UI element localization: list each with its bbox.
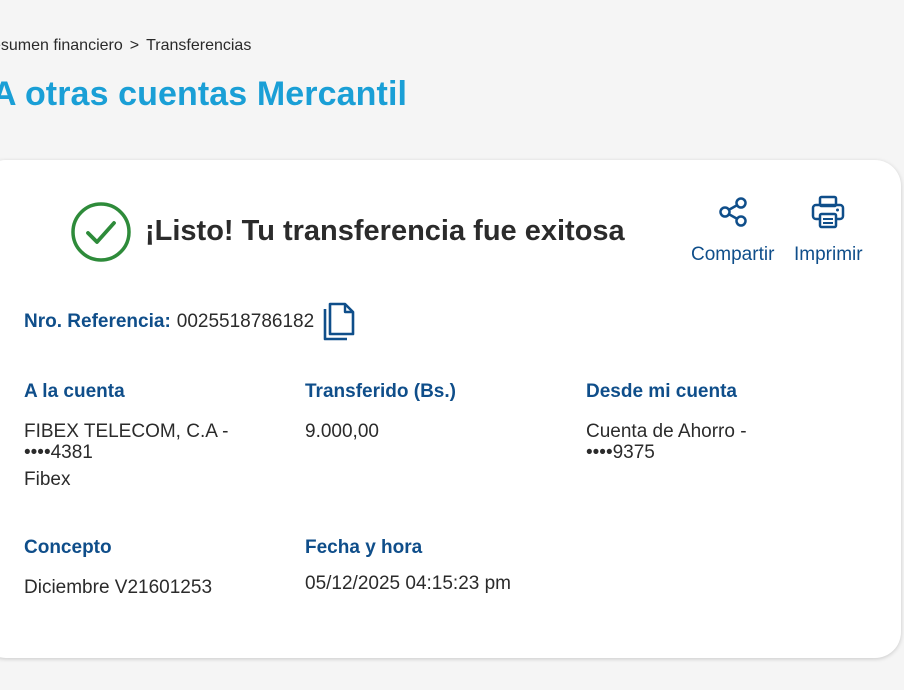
concept-label: Concepto <box>24 537 112 558</box>
breadcrumb-item-transfers[interactable]: Transferencias <box>146 37 251 54</box>
receipt-card: ¡Listo! Tu transferencia fue exitosa Com… <box>0 160 901 658</box>
print-label: Imprimir <box>794 244 863 265</box>
to-account-field: A la cuenta FIBEX TELECOM, C.A - ••••438… <box>24 381 264 490</box>
from-account-type: Cuenta de Ahorro - <box>586 421 747 442</box>
concept-field: Concepto Diciembre V21601253 <box>24 537 264 598</box>
to-account-holder: FIBEX TELECOM, C.A - <box>24 421 229 442</box>
amount-value: 9.000,00 <box>305 421 379 442</box>
print-button[interactable]: Imprimir <box>794 194 863 266</box>
to-account-label: A la cuenta <box>24 381 125 402</box>
breadcrumb-item-financial-summary[interactable]: esumen financiero <box>0 37 123 54</box>
share-label: Compartir <box>691 244 775 265</box>
page: esumen financiero > Transferencias A otras… <box>0 0 904 690</box>
copy-icon[interactable] <box>322 302 356 342</box>
datetime-value: 05/12/2025 04:15:23 pm <box>305 573 512 594</box>
to-account-alias: Fibex <box>24 469 71 490</box>
success-message: ¡Listo! Tu transferencia fue exitosa <box>145 215 625 247</box>
share-button[interactable]: Compartir <box>691 194 774 266</box>
reference-label: Nro. Referencia: <box>24 311 171 332</box>
check-circle-icon <box>71 202 131 262</box>
breadcrumb-separator: > <box>129 37 140 54</box>
datetime-label: Fecha y hora <box>305 537 423 558</box>
page-title: A otras cuentas Mercantil <box>0 75 408 113</box>
from-account-label: Desde mi cuenta <box>586 381 737 402</box>
amount-field: Transferido (Bs.) 9.000,00 <box>305 381 545 442</box>
datetime-field: Fecha y hora 05/12/2025 04:15:23 pm <box>305 537 545 594</box>
from-account-field: Desde mi cuenta Cuenta de Ahorro - ••••9… <box>586 381 826 463</box>
share-icon <box>718 197 747 227</box>
breadcrumb: esumen financiero > Transferencias <box>0 37 251 55</box>
to-account-number: ••••4381 <box>24 442 93 463</box>
concept-value: Diciembre V21601253 <box>24 577 213 598</box>
reference-value: 0025518786182 <box>176 311 315 332</box>
from-account-number: ••••9375 <box>586 442 655 463</box>
printer-icon <box>812 195 845 229</box>
reference-row: Nro. Referencia: 0025518786182 <box>24 302 356 342</box>
amount-label: Transferido (Bs.) <box>305 381 456 402</box>
